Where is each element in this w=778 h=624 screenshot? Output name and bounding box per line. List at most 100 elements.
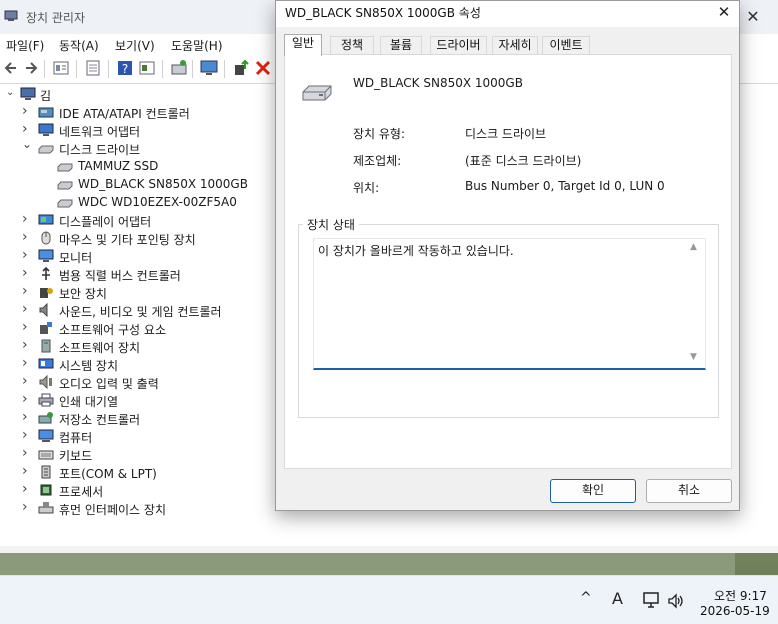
tab-details[interactable]: 자세히: [492, 36, 538, 55]
chevron-right-icon[interactable]: ›: [22, 481, 32, 497]
menu-file[interactable]: 파일(F): [6, 37, 44, 54]
device-status-text: 이 장치가 올바르게 작동하고 있습니다.: [318, 244, 514, 258]
location-value: Bus Number 0, Target Id 0, LUN 0: [465, 179, 665, 193]
computer-icon: [38, 429, 54, 442]
chevron-right-icon[interactable]: ›: [22, 121, 32, 137]
clock-time[interactable]: 오전 9:17: [714, 587, 767, 604]
list-icon[interactable]: [84, 59, 102, 77]
chevron-right-icon[interactable]: ›: [22, 355, 32, 371]
enable-icon[interactable]: [232, 59, 250, 77]
clock-date[interactable]: 2026-05-19: [700, 604, 770, 618]
tree-category-label: 네트워크 어댑터: [59, 125, 141, 139]
tree-category-label: 소프트웨어 장치: [59, 341, 141, 355]
forward-icon[interactable]: [22, 59, 40, 77]
disk-drive-icon: [57, 163, 73, 172]
scroll-up-icon[interactable]: ▲: [690, 242, 697, 252]
chevron-down-icon[interactable]: ⌄: [6, 87, 16, 98]
port-icon: [41, 465, 51, 479]
menu-help[interactable]: 도움말(H): [171, 37, 223, 54]
properties-dialog: WD_BLACK SN850X 1000GB 속성 ✕ 일반 정책 볼륨 드라이…: [275, 0, 740, 511]
tree-category-label: 모니터: [59, 251, 93, 265]
tree-category-label: 키보드: [59, 449, 93, 463]
device-type-label: 장치 유형:: [353, 127, 406, 141]
menu-view[interactable]: 보기(V): [115, 37, 155, 54]
tree-category-label: 사운드, 비디오 및 게임 컨트롤러: [59, 305, 222, 319]
tab-volumes[interactable]: 볼륨: [380, 36, 422, 55]
dialog-close-button[interactable]: ✕: [712, 1, 736, 23]
storage-controller-icon: [38, 412, 53, 424]
keyboard-icon: [38, 450, 54, 460]
tab-driver[interactable]: 드라이버: [430, 36, 487, 55]
mouse-icon: [41, 231, 51, 245]
tree-category-label: 디스플레이 어댑터: [59, 215, 152, 229]
dialog-title-bar: WD_BLACK SN850X 1000GB 속성 ✕: [276, 1, 739, 27]
device-status-group: 이 장치가 올바르게 작동하고 있습니다. ▲ ▼: [298, 224, 719, 418]
chevron-right-icon[interactable]: ›: [22, 337, 32, 353]
device-type-value: 디스크 드라이브: [465, 127, 547, 141]
chevron-right-icon[interactable]: ›: [22, 229, 32, 245]
usb-icon: [42, 267, 50, 280]
help-icon[interactable]: ?: [116, 59, 134, 77]
chevron-right-icon[interactable]: ›: [22, 391, 32, 407]
scroll-down-icon[interactable]: ▼: [690, 352, 697, 362]
dialog-title: WD_BLACK SN850X 1000GB 속성: [285, 6, 481, 20]
hid-icon: [38, 502, 54, 514]
chevron-right-icon[interactable]: ›: [22, 427, 32, 443]
chevron-right-icon[interactable]: ›: [22, 373, 32, 389]
manufacturer-value: (표준 디스크 드라이브): [465, 154, 582, 168]
network-adapter-icon: [38, 123, 54, 136]
tree-category-label: 보안 장치: [59, 287, 107, 301]
system-device-icon: [38, 358, 54, 369]
chevron-right-icon[interactable]: ›: [22, 499, 32, 515]
ime-indicator[interactable]: A: [612, 589, 623, 608]
tab-policies[interactable]: 정책: [330, 36, 374, 55]
chevron-right-icon[interactable]: ›: [22, 319, 32, 335]
chevron-right-icon[interactable]: ›: [22, 211, 32, 227]
scan-icon[interactable]: [170, 59, 188, 77]
chevron-right-icon[interactable]: ›: [22, 247, 32, 263]
uninstall-icon[interactable]: [254, 59, 272, 77]
software-device-icon: [41, 339, 51, 353]
cancel-button[interactable]: 취소: [646, 479, 732, 503]
monitor-icon[interactable]: [200, 59, 218, 77]
display-icon[interactable]: [138, 59, 156, 77]
printer-icon: [38, 393, 54, 407]
back-icon[interactable]: [2, 59, 20, 77]
chevron-down-icon[interactable]: ⌄: [22, 137, 32, 151]
disk-drive-icon: [57, 199, 73, 208]
monitor-icon: [38, 249, 54, 262]
window-title: 장치 관리자: [26, 11, 86, 25]
chevron-right-icon[interactable]: ›: [22, 265, 32, 281]
tree-device-label: WD_BLACK SN850X 1000GB: [78, 177, 248, 191]
chevron-right-icon[interactable]: ›: [22, 409, 32, 425]
properties-icon[interactable]: [52, 59, 70, 77]
chevron-right-icon[interactable]: ›: [22, 445, 32, 461]
menu-action[interactable]: 동작(A): [59, 37, 99, 54]
chevron-right-icon[interactable]: ›: [22, 463, 32, 479]
disk-drive-icon: [57, 181, 73, 190]
tree-category-label: 프로세서: [59, 485, 104, 499]
location-label: 위치:: [353, 181, 380, 195]
tree-category-label: 디스크 드라이브: [59, 143, 141, 157]
tree-category-label: 저장소 컨트롤러: [59, 413, 141, 427]
ok-button[interactable]: 확인: [550, 479, 636, 503]
horizontal-scrollbar[interactable]: [0, 546, 778, 553]
device-tree: ⌄ 김 › IDE ATA/ATAPI 컨트롤러 › 네트워크 어댑터 ⌄ 디스크 드라이…: [0, 86, 280, 526]
processor-icon: [40, 484, 52, 496]
tree-device-label: TAMMUZ SSD: [78, 159, 159, 173]
tree-category-label: IDE ATA/ATAPI 컨트롤러: [59, 107, 190, 121]
tab-events[interactable]: 이벤트: [542, 36, 590, 55]
device-status-textbox[interactable]: 이 장치가 올바르게 작동하고 있습니다. ▲ ▼: [313, 238, 706, 370]
tree-category-label: 포트(COM & LPT): [59, 467, 157, 481]
tree-category-label: 시스템 장치: [59, 359, 119, 373]
window-close-button[interactable]: ✕: [742, 6, 764, 28]
chevron-up-icon[interactable]: ^: [580, 590, 592, 606]
chevron-right-icon[interactable]: ›: [22, 103, 32, 119]
chevron-right-icon[interactable]: ›: [22, 301, 32, 317]
security-device-icon: [40, 288, 53, 298]
tab-general[interactable]: 일반: [284, 34, 322, 56]
chevron-right-icon[interactable]: ›: [22, 283, 32, 299]
volume-icon[interactable]: [667, 593, 685, 609]
ide-controller-icon: [38, 107, 54, 118]
network-icon[interactable]: [643, 592, 661, 608]
